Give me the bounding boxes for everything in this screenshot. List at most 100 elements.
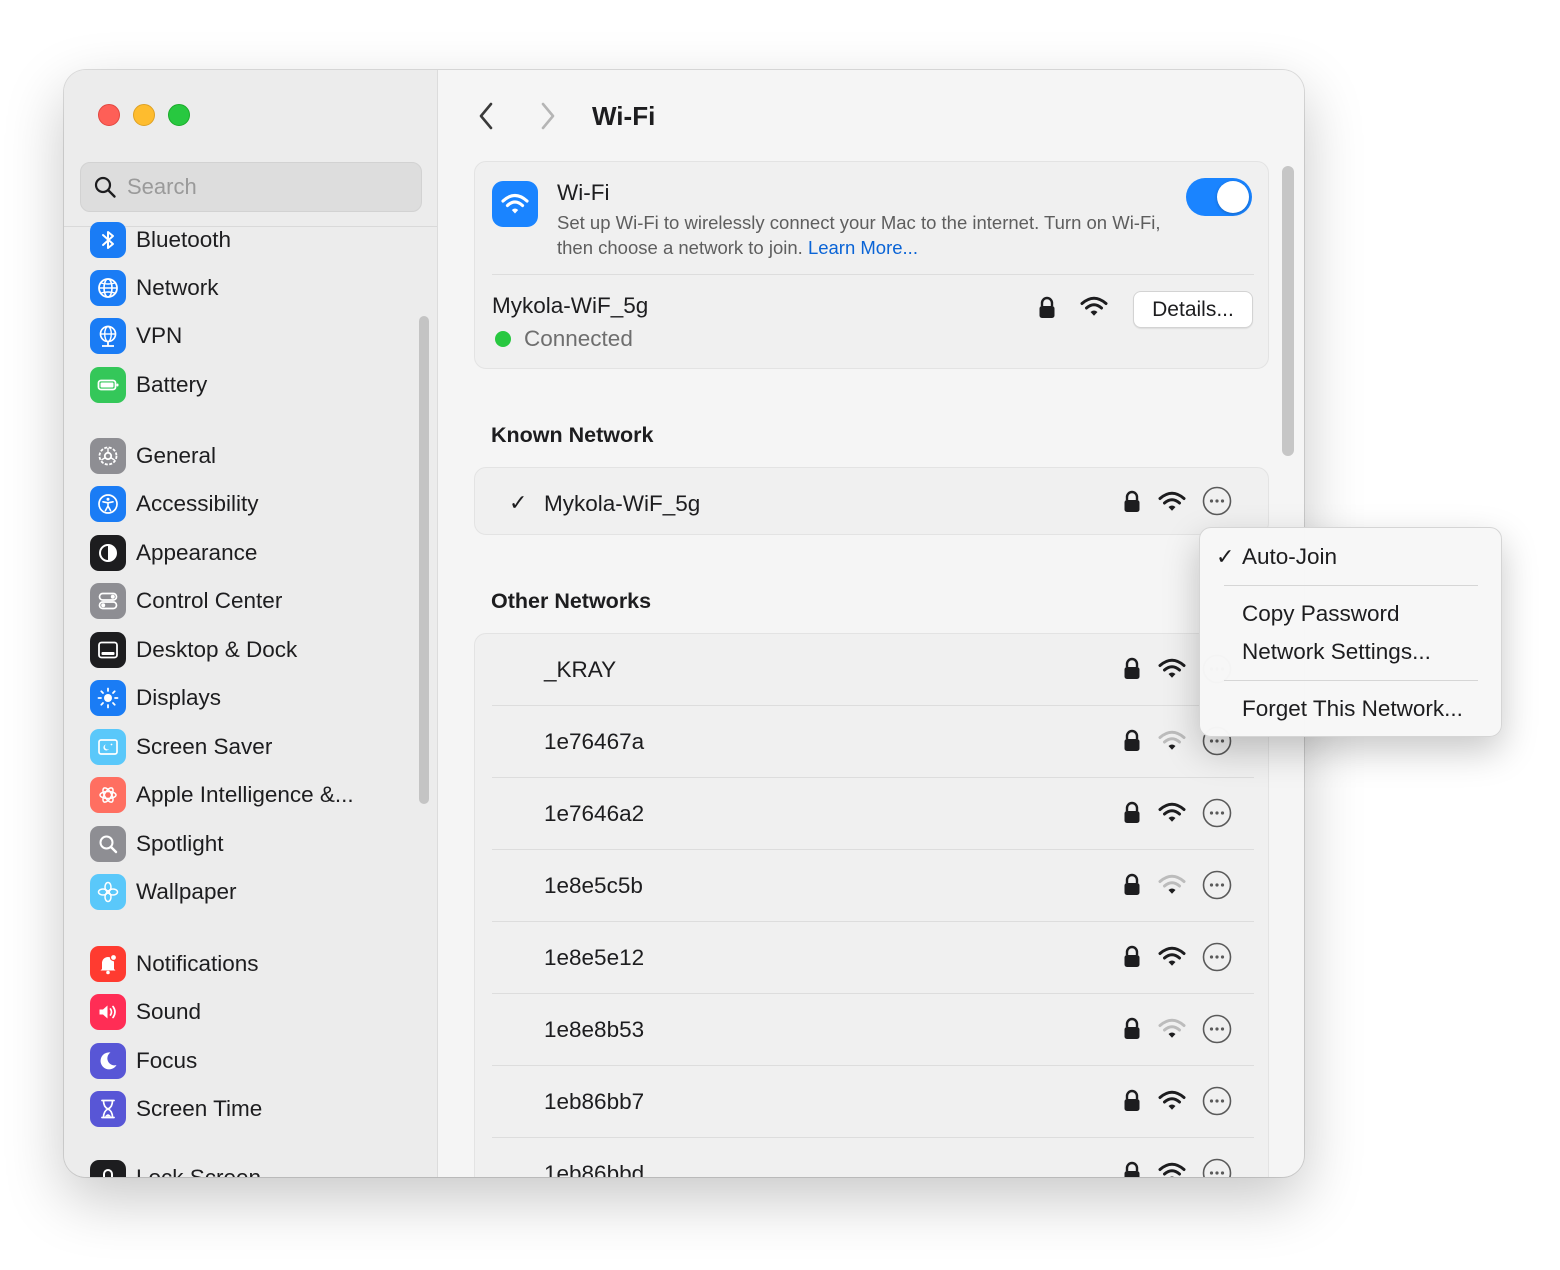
- sidebar-item-lock-screen[interactable]: Lock Screen: [90, 1158, 261, 1177]
- network-name: 1eb86bb7: [544, 1089, 645, 1114]
- vpn-globe-icon: [90, 318, 126, 354]
- sidebar-item-battery[interactable]: Battery: [90, 365, 207, 405]
- sidebar-item-displays[interactable]: Displays: [90, 678, 221, 718]
- menu-item-copy-password[interactable]: Copy Password: [1242, 601, 1400, 627]
- switches-icon: [90, 583, 126, 619]
- connection-status-text: Connected: [524, 326, 633, 351]
- more-options-icon[interactable]: [1202, 798, 1232, 828]
- main-scrollbar[interactable]: [1282, 166, 1294, 456]
- appearance-icon: [90, 535, 126, 571]
- other-networks-card: _KRAY 1e76467a 1e7646a2 1e8e5c5b 1e8e5e12 1e8…: [474, 633, 1269, 1177]
- more-options-icon[interactable]: [1202, 486, 1232, 516]
- more-options-icon[interactable]: [1202, 1086, 1232, 1116]
- sidebar-scrollbar[interactable]: [419, 316, 429, 804]
- sidebar-item-spotlight[interactable]: Spotlight: [90, 824, 224, 864]
- sidebar-item-label: VPN: [136, 323, 183, 348]
- lock-icon: [1123, 1161, 1141, 1177]
- accessibility-icon: [90, 486, 126, 522]
- network-row[interactable]: 1e7646a2: [475, 778, 1268, 850]
- settings-window: Bluetooth Network VPN Battery General Accessi…: [64, 70, 1304, 1177]
- sidebar-item-screen-saver[interactable]: Screen Saver: [90, 727, 272, 767]
- menu-item-auto-join[interactable]: Auto-Join: [1242, 544, 1337, 570]
- sidebar-item-label: Battery: [136, 372, 208, 397]
- battery-icon: [90, 367, 126, 403]
- sidebar-item-network[interactable]: Network: [90, 268, 219, 308]
- sidebar-item-label: Focus: [136, 1048, 198, 1073]
- sidebar-item-label: Bluetooth: [136, 227, 232, 252]
- forward-button[interactable]: [531, 98, 565, 134]
- lock-icon: [1123, 657, 1141, 681]
- known-network-name: Mykola-WiF_5g: [544, 491, 701, 516]
- sidebar-item-appearance[interactable]: Appearance: [90, 533, 257, 573]
- lock-icon: [1123, 1089, 1141, 1113]
- network-row[interactable]: 1eb86bb7: [475, 1066, 1268, 1138]
- sidebar-item-bluetooth[interactable]: Bluetooth: [90, 220, 231, 260]
- menu-item-network-settings[interactable]: Network Settings...: [1242, 639, 1431, 665]
- network-name: 1e76467a: [544, 729, 645, 754]
- known-network-heading: Known Network: [491, 423, 654, 447]
- sidebar: Bluetooth Network VPN Battery General Accessi…: [64, 70, 438, 1177]
- sidebar-item-label: Lock Screen: [136, 1165, 261, 1177]
- more-options-icon[interactable]: [1202, 1158, 1232, 1177]
- sidebar-item-label: General: [136, 443, 217, 468]
- connected-dot-icon: [495, 331, 511, 347]
- sidebar-item-label: Apple Intelligence &...: [136, 782, 354, 807]
- wifi-signal-icon: [1080, 294, 1108, 318]
- network-name: 1eb86bbd: [544, 1161, 645, 1177]
- network-row[interactable]: 1e8e5e12: [475, 922, 1268, 994]
- wifi-signal-icon: [1158, 1160, 1186, 1177]
- flower-icon: [90, 874, 126, 910]
- sidebar-item-label: Screen Time: [136, 1096, 263, 1121]
- sidebar-item-vpn[interactable]: VPN: [90, 316, 182, 356]
- lock-icon: [1123, 1017, 1141, 1041]
- network-name: _KRAY: [544, 657, 617, 682]
- card-divider: [492, 274, 1254, 275]
- sidebar-item-sound[interactable]: Sound: [90, 992, 201, 1032]
- more-options-icon[interactable]: [1202, 870, 1232, 900]
- lock-screen-icon: [90, 1160, 126, 1177]
- sidebar-item-label: Notifications: [136, 951, 259, 976]
- sidebar-item-control-center[interactable]: Control Center: [90, 581, 282, 621]
- network-name: 1e8e5e12: [544, 945, 645, 970]
- back-button[interactable]: [469, 98, 503, 134]
- sidebar-item-label: Appearance: [136, 540, 258, 565]
- sidebar-item-label: Screen Saver: [136, 734, 273, 759]
- known-network-checkmark: ✓: [509, 490, 528, 515]
- sidebar-item-desktop-dock[interactable]: Desktop & Dock: [90, 630, 297, 670]
- sidebar-item-label: Wallpaper: [136, 879, 237, 904]
- hourglass-icon: [90, 1091, 126, 1127]
- more-options-icon[interactable]: [1202, 942, 1232, 972]
- wifi-toggle[interactable]: [1186, 178, 1252, 216]
- sidebar-item-label: Displays: [136, 685, 222, 710]
- bell-icon: [90, 946, 126, 982]
- sidebar-item-accessibility[interactable]: Accessibility: [90, 484, 259, 524]
- network-row[interactable]: 1e8e5c5b: [475, 850, 1268, 922]
- sidebar-item-notifications[interactable]: Notifications: [90, 944, 259, 984]
- learn-more-link[interactable]: Learn More...: [808, 237, 918, 258]
- gear-icon: [90, 438, 126, 474]
- network-row[interactable]: 1eb86bbd: [475, 1138, 1268, 1177]
- sidebar-item-screen-time[interactable]: Screen Time: [90, 1089, 262, 1129]
- sidebar-item-focus[interactable]: Focus: [90, 1041, 197, 1081]
- network-row[interactable]: _KRAY: [475, 634, 1268, 706]
- network-row[interactable]: 1e76467a: [475, 706, 1268, 778]
- lock-icon: [1123, 490, 1141, 514]
- sidebar-item-label: Sound: [136, 999, 202, 1024]
- main-pane: Wi-Fi Wi-Fi Set up Wi-Fi to wirelessly c…: [439, 70, 1304, 1177]
- network-row[interactable]: 1e8e8b53: [475, 994, 1268, 1066]
- wifi-signal-icon: [1158, 800, 1186, 824]
- speaker-icon: [90, 994, 126, 1030]
- known-network-card: ✓ Mykola-WiF_5g: [474, 467, 1269, 535]
- sidebar-item-apple-intelligence[interactable]: Apple Intelligence &...: [90, 775, 354, 815]
- menu-item-forget-network[interactable]: Forget This Network...: [1242, 696, 1463, 722]
- more-options-icon[interactable]: [1202, 1014, 1232, 1044]
- sidebar-item-general[interactable]: General: [90, 436, 216, 476]
- wifi-card: Wi-Fi Set up Wi-Fi to wirelessly connect…: [474, 161, 1269, 369]
- chevron-left-icon: [479, 102, 493, 130]
- bluetooth-icon: [90, 222, 126, 258]
- menu-separator: [1224, 680, 1478, 681]
- sidebar-item-wallpaper[interactable]: Wallpaper: [90, 872, 236, 912]
- wifi-app-icon: [492, 181, 538, 227]
- connection-status: Connected: [495, 326, 633, 352]
- details-button[interactable]: Details...: [1133, 291, 1253, 328]
